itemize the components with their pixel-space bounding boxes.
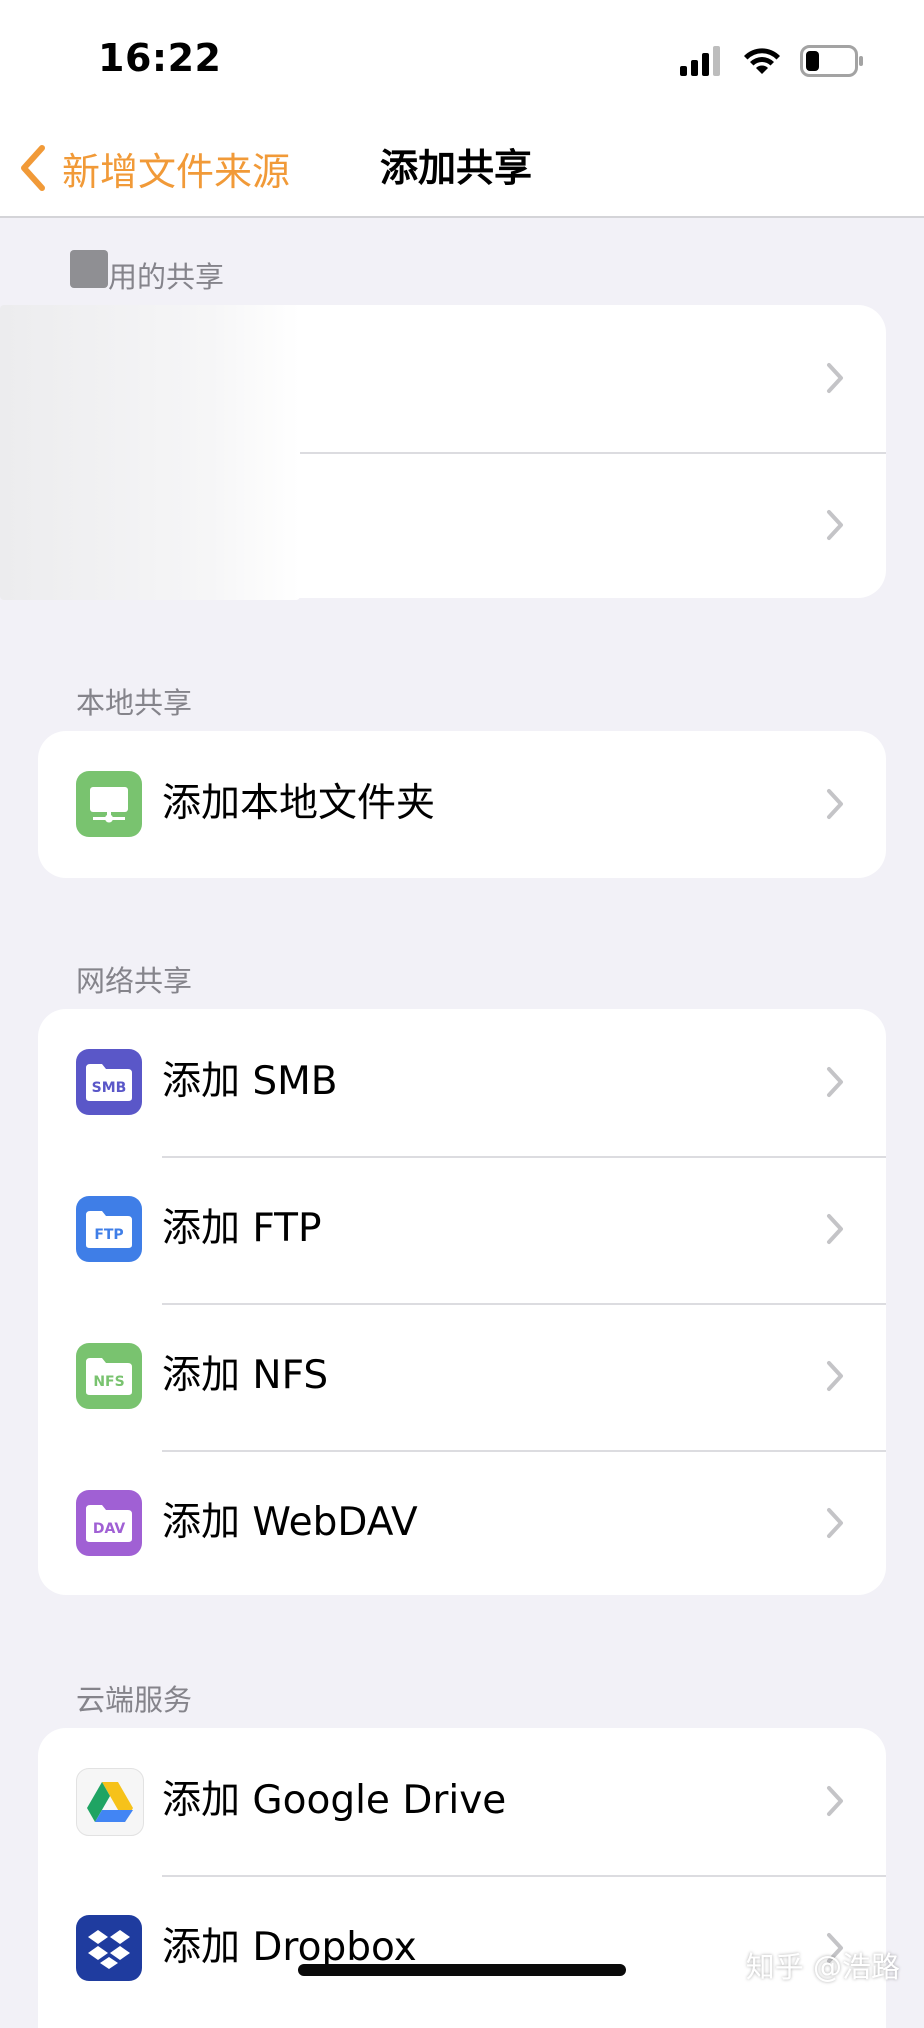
back-chevron-icon <box>21 145 45 191</box>
add-local-folder-row[interactable]: 添加本地文件夹 <box>38 731 886 878</box>
dropbox-icon <box>76 1915 142 1981</box>
svg-text:FTP: FTP <box>94 1227 123 1243</box>
redaction-mark <box>70 250 108 288</box>
page-title: 添加共享 <box>380 146 533 190</box>
status-time: 16:22 <box>98 36 222 80</box>
pixelated-blur <box>0 305 300 600</box>
ftp-folder-icon: FTP <box>76 1196 142 1262</box>
navigation-bar: 新增文件来源 添加共享 <box>0 120 924 218</box>
wifi-icon <box>744 48 780 74</box>
chevron-right-icon <box>827 789 843 819</box>
network-shares-group: SMB 添加 SMB FTP 添加 FTP NFS 添加 NFS DAV 添加 … <box>38 1009 886 1595</box>
add-google-drive-row[interactable]: 添加 Google Drive <box>38 1728 886 1875</box>
section-header-recent: 用的共享 <box>108 260 225 294</box>
home-indicator[interactable] <box>298 1964 626 1976</box>
row-label: 添加本地文件夹 <box>162 781 436 826</box>
svg-text:SMB: SMB <box>92 1080 127 1096</box>
webdav-folder-icon: DAV <box>76 1490 142 1556</box>
row-label: 添加 SMB <box>162 1059 338 1104</box>
chevron-right-icon <box>827 363 843 393</box>
add-smb-row[interactable]: SMB 添加 SMB <box>38 1009 886 1156</box>
status-bar: 16:22 <box>0 0 924 120</box>
battery-icon <box>800 45 863 77</box>
add-ftp-row[interactable]: FTP 添加 FTP <box>38 1156 886 1303</box>
row-label: 添加 Google Drive <box>162 1778 507 1823</box>
status-icons <box>680 44 864 78</box>
chevron-right-icon <box>827 1214 843 1244</box>
chevron-right-icon <box>827 1067 843 1097</box>
chevron-right-icon <box>827 510 843 540</box>
smb-folder-icon: SMB <box>76 1049 142 1115</box>
section-header-network: 网络共享 <box>76 964 193 998</box>
row-label: 添加 FTP <box>162 1206 322 1251</box>
cellular-signal-icon <box>680 46 720 76</box>
local-folder-icon <box>76 771 142 837</box>
chevron-right-icon <box>827 1361 843 1391</box>
svg-text:DAV: DAV <box>93 1521 126 1537</box>
back-button[interactable]: 新增文件来源 <box>18 136 290 200</box>
nfs-folder-icon: NFS <box>76 1343 142 1409</box>
row-label: 添加 WebDAV <box>162 1500 418 1545</box>
add-nfs-row[interactable]: NFS 添加 NFS <box>38 1303 886 1450</box>
chevron-right-icon <box>827 1786 843 1816</box>
google-drive-icon <box>76 1768 144 1836</box>
svg-text:NFS: NFS <box>93 1374 124 1390</box>
section-header-cloud: 云端服务 <box>76 1683 193 1717</box>
section-header-local: 本地共享 <box>76 686 193 720</box>
row-label: 添加 NFS <box>162 1353 329 1398</box>
add-webdav-row[interactable]: DAV 添加 WebDAV <box>38 1450 886 1595</box>
local-shares-group: 添加本地文件夹 <box>38 731 886 878</box>
watermark: 知乎 @浩路 <box>745 1950 900 1984</box>
back-label: 新增文件来源 <box>62 149 291 194</box>
chevron-right-icon <box>827 1508 843 1538</box>
